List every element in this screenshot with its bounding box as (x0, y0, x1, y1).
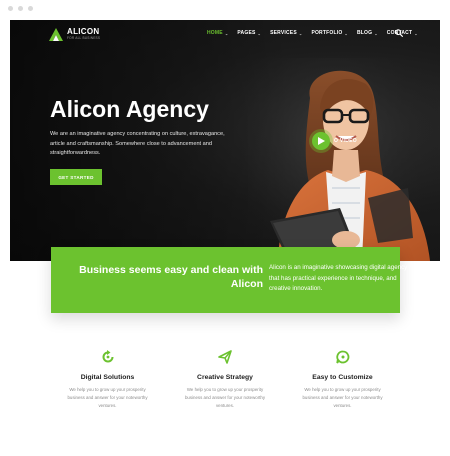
hero-section: ALICON FOR ALL BUSINESS HOME ⌄ PAGES ⌄ S… (10, 20, 440, 261)
chevron-down-icon: ⌄ (224, 30, 229, 36)
window-dot (8, 6, 13, 11)
banner-title: Business seems easy and clean with Alico… (79, 264, 263, 290)
chevron-down-icon: ⌄ (374, 30, 378, 36)
video-play-control[interactable]: O VIDEO (312, 132, 357, 150)
feature-card: Digital Solutions We help you to grow up… (50, 350, 165, 410)
brand-tagline: FOR ALL BUSINESS (67, 36, 101, 41)
video-label: O VIDEO (334, 138, 357, 144)
page-frame: ALICON FOR ALL BUSINESS HOME ⌄ PAGES ⌄ S… (10, 20, 440, 456)
window-controls (8, 6, 33, 11)
play-icon (317, 137, 325, 145)
hero-description: We are an imaginative agency concentrati… (50, 131, 225, 156)
nav-item-label: PAGES (237, 30, 256, 36)
intro-banner: Business seems easy and clean with Alico… (51, 247, 407, 313)
chevron-down-icon: ⌄ (257, 30, 262, 36)
nav-item-label: HOME (207, 30, 223, 36)
search-icon[interactable] (395, 29, 403, 37)
nav-item-portfolio[interactable]: PORTFOLIO ⌄ (311, 30, 348, 36)
nav-item-home[interactable]: HOME ⌄ (207, 30, 228, 36)
feature-text: We help you to grow up your prosperity b… (302, 387, 383, 408)
play-button[interactable] (312, 132, 330, 150)
send-icon (218, 350, 232, 364)
feature-text: We help you to grow up your prosperity b… (184, 387, 266, 408)
nav-item-label: BLOG (356, 30, 373, 36)
logo-mark-icon (49, 28, 63, 41)
feature-title: Easy to Customize (312, 374, 373, 381)
nav-item-label: SERVICES (270, 30, 297, 36)
chevron-down-icon: ⌄ (298, 30, 303, 36)
hero-portrait-image (248, 58, 438, 261)
brand-logo[interactable]: ALICON FOR ALL BUSINESS (49, 28, 100, 41)
nav-item-blog[interactable]: BLOG ⌄ (357, 30, 378, 36)
feature-title: Digital Solutions (80, 374, 135, 381)
hero-title: Alicon Agency (50, 96, 209, 122)
window-dot (28, 6, 33, 11)
chevron-down-icon: ⌄ (344, 30, 348, 36)
feature-card: Creative Strategy We help you to grow up… (168, 350, 283, 410)
features-section: Digital Solutions We help you to grow up… (50, 350, 400, 410)
get-started-button[interactable]: GET STARTED (50, 169, 102, 185)
refresh-icon (102, 350, 113, 363)
chevron-down-icon: ⌄ (414, 30, 418, 36)
nav-item-services[interactable]: SERVICES ⌄ (270, 30, 302, 36)
nav-item-label: PORTFOLIO (311, 30, 343, 36)
brand-name: ALICON (67, 27, 100, 37)
feature-text: We help you to grow up your prosperity b… (67, 387, 148, 408)
banner-text: Alicon is an imaginative showcasing digi… (269, 264, 408, 292)
chat-icon (335, 350, 349, 364)
main-navbar: ALICON FOR ALL BUSINESS HOME ⌄ PAGES ⌄ S… (10, 20, 440, 50)
feature-title: Creative Strategy (197, 374, 253, 381)
nav-item-pages[interactable]: PAGES ⌄ (237, 30, 261, 36)
nav-menu: HOME ⌄ PAGES ⌄ SERVICES ⌄ PORTFOLIO ⌄ BL… (207, 30, 427, 36)
window-dot (18, 6, 23, 11)
feature-card: Easy to Customize We help you to grow up… (285, 350, 400, 410)
